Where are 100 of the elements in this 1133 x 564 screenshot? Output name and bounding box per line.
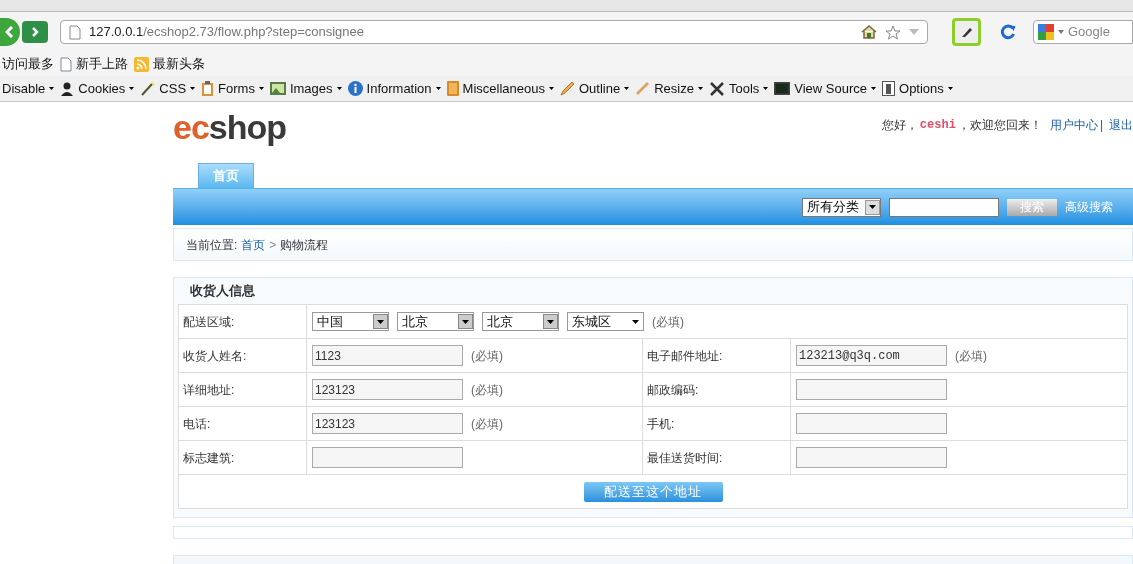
text-field[interactable]: 1123 bbox=[312, 345, 463, 366]
edit-button[interactable] bbox=[952, 18, 982, 46]
text-field[interactable] bbox=[796, 447, 947, 468]
region-select[interactable]: 中国 bbox=[312, 312, 389, 331]
info-icon bbox=[347, 81, 363, 96]
text-field[interactable]: 123213@q3q.com bbox=[796, 345, 947, 366]
toolbar-menu[interactable]: Miscellaneous bbox=[446, 78, 554, 99]
url-host: 127.0.0.1 bbox=[89, 24, 144, 40]
toolbar-menu[interactable]: Information bbox=[347, 78, 441, 99]
forward-button[interactable] bbox=[22, 21, 48, 43]
caret-icon bbox=[190, 87, 196, 90]
category-select[interactable]: 所有分类 bbox=[802, 197, 881, 217]
page-icon bbox=[69, 24, 81, 40]
dropdown-arrow-icon[interactable] bbox=[909, 29, 920, 35]
breadcrumb-current: 购物流程 bbox=[280, 236, 329, 254]
switch-icon bbox=[882, 81, 896, 96]
toolbar-menu[interactable]: Images bbox=[269, 78, 342, 99]
terminal-icon bbox=[774, 82, 791, 95]
user-center-link[interactable]: 用户中心 bbox=[1049, 116, 1098, 134]
search-input[interactable] bbox=[889, 197, 999, 217]
caret-icon bbox=[548, 87, 554, 90]
required-note: (必填) bbox=[652, 313, 684, 331]
field-label: 收货人姓名: bbox=[183, 347, 247, 365]
field-label: 配送区域: bbox=[183, 313, 235, 331]
url-path: /ecshop2.73/flow.php?step=consignee bbox=[143, 24, 365, 40]
caret-icon bbox=[129, 87, 135, 90]
field-label: 标志建筑: bbox=[183, 449, 235, 467]
breadcrumb-label: 当前位置: bbox=[186, 236, 238, 254]
welcome-text: ，欢迎您回来！ bbox=[957, 117, 1042, 134]
greeting-text: 您好， bbox=[881, 117, 918, 134]
caret-icon bbox=[697, 87, 703, 90]
field-label: 电话: bbox=[183, 415, 211, 433]
pencil-icon bbox=[559, 81, 575, 96]
dropdown-arrow-icon bbox=[377, 319, 384, 324]
book-icon bbox=[446, 81, 459, 96]
breadcrumb-link[interactable]: 首页 bbox=[241, 235, 266, 254]
region-select[interactable]: 北京 bbox=[397, 312, 474, 331]
caret-icon bbox=[763, 87, 769, 90]
ruler-icon bbox=[635, 81, 651, 96]
caret-icon bbox=[947, 87, 953, 90]
search-engine-icon bbox=[1038, 24, 1054, 40]
text-field[interactable] bbox=[312, 447, 463, 468]
region-select[interactable]: 北京 bbox=[482, 312, 559, 331]
toolbar-menu[interactable]: Options bbox=[882, 78, 953, 99]
text-field[interactable]: 123123 bbox=[312, 379, 463, 400]
caret-icon bbox=[871, 87, 877, 90]
required-note: (必填) bbox=[471, 347, 503, 365]
search-input[interactable]: Google bbox=[1068, 22, 1128, 42]
toolbar-menu[interactable]: Outline bbox=[559, 78, 630, 99]
toolbar-menu[interactable]: View Source bbox=[774, 78, 877, 99]
toolbar-menu[interactable]: Cookies bbox=[60, 78, 135, 99]
logout-link[interactable]: 退出 bbox=[1109, 116, 1133, 134]
field-label: 电子邮件地址: bbox=[647, 347, 723, 365]
caret-icon bbox=[435, 87, 441, 90]
bookmark-link[interactable]: 访问最多 bbox=[2, 54, 54, 74]
caret-icon bbox=[258, 87, 264, 90]
logo[interactable]: ecshop bbox=[173, 110, 287, 144]
tools-icon bbox=[708, 80, 725, 97]
field-label: 邮政编码: bbox=[647, 381, 699, 399]
toolbar-menu[interactable]: Tools bbox=[708, 78, 769, 99]
dropdown-arrow-icon bbox=[869, 205, 876, 209]
bookmark-link[interactable]: 最新头条 bbox=[134, 54, 205, 74]
back-button[interactable] bbox=[0, 18, 20, 46]
clipboard-icon bbox=[201, 81, 215, 96]
panel-title: 收货人信息 bbox=[189, 282, 256, 301]
feed-icon bbox=[134, 56, 149, 72]
username: ceshi bbox=[919, 117, 956, 134]
required-note: (必填) bbox=[471, 415, 503, 433]
wand-icon bbox=[140, 81, 156, 96]
image-icon bbox=[269, 82, 286, 95]
text-field[interactable]: 123123 bbox=[312, 413, 463, 434]
address-bar[interactable]: 127.0.0.1/ecshop2.73/flow.php?step=consignee bbox=[60, 20, 929, 44]
bookmark-link[interactable]: 新手上路 bbox=[60, 54, 128, 74]
text-field[interactable] bbox=[796, 379, 947, 400]
dropdown-arrow-icon bbox=[632, 319, 639, 324]
field-label: 手机: bbox=[647, 415, 675, 433]
reload-icon[interactable] bbox=[999, 23, 1017, 41]
dropdown-arrow-icon bbox=[462, 319, 469, 324]
toolbar-menu[interactable]: Forms bbox=[201, 78, 264, 99]
breadcrumb-separator: > bbox=[269, 236, 277, 254]
link-separator: | bbox=[1099, 117, 1103, 134]
required-note: (必填) bbox=[955, 347, 987, 365]
page-icon bbox=[60, 56, 72, 72]
toolbar-menu[interactable]: Resize bbox=[635, 78, 703, 99]
field-label: 详细地址: bbox=[183, 381, 235, 399]
dropdown-arrow-icon[interactable] bbox=[1058, 30, 1064, 34]
region-select[interactable]: 东城区 bbox=[567, 312, 644, 331]
person-icon bbox=[60, 81, 75, 96]
search-engine-field[interactable]: Google bbox=[1033, 20, 1133, 44]
text-field[interactable] bbox=[796, 413, 947, 434]
star-icon[interactable] bbox=[885, 24, 902, 40]
caret-icon bbox=[49, 87, 55, 90]
toolbar-menu[interactable]: Disable bbox=[2, 78, 55, 99]
toolbar-menu[interactable]: CSS bbox=[140, 78, 196, 99]
required-note: (必填) bbox=[471, 381, 503, 399]
home-icon[interactable] bbox=[861, 25, 878, 39]
dropdown-arrow-icon bbox=[547, 319, 554, 324]
caret-icon bbox=[336, 87, 342, 90]
field-label: 最佳送货时间: bbox=[647, 449, 723, 467]
caret-icon bbox=[624, 87, 630, 90]
